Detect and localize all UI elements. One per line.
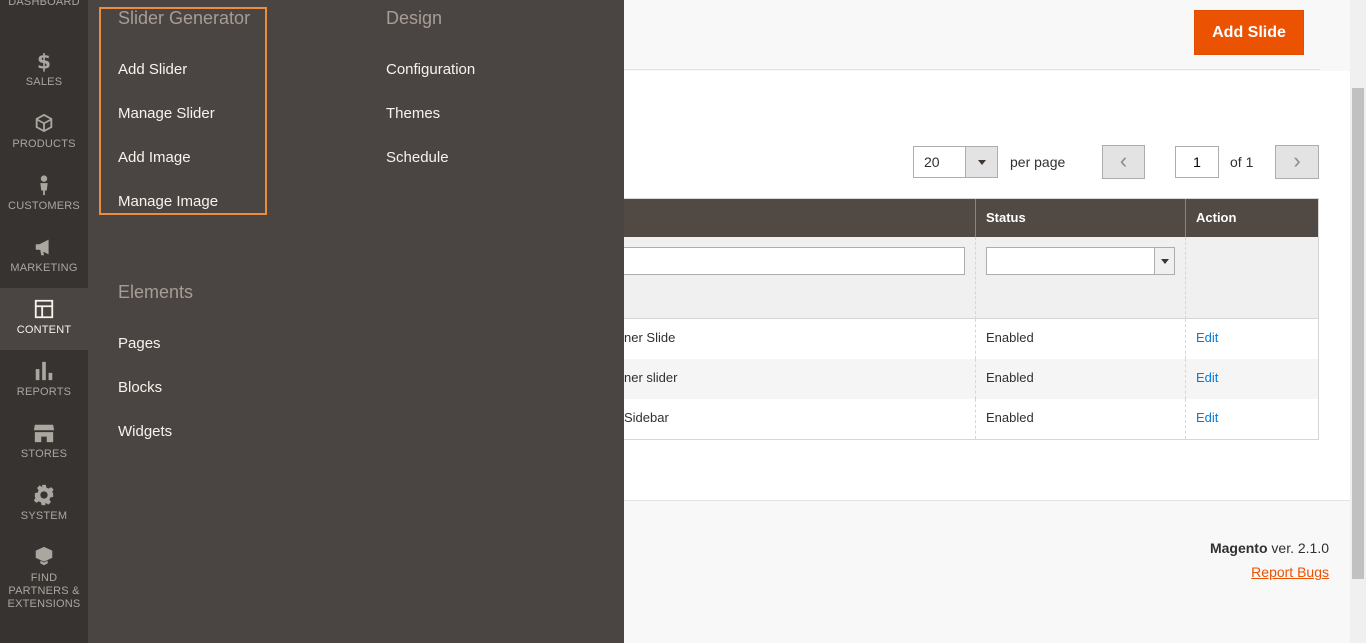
column-divider <box>975 399 976 439</box>
add-slide-button[interactable]: Add Slide <box>1194 10 1304 55</box>
megaphone-icon <box>32 236 56 260</box>
nav-label-customers: CUSTOMERS <box>8 200 80 212</box>
nav-label-products: PRODUCTS <box>12 138 76 150</box>
version-info: Magento ver. 2.1.0 <box>1210 540 1329 556</box>
nav-label-content: CONTENT <box>16 324 72 336</box>
nav-label-dashboard: DASHBOARD <box>8 0 80 8</box>
boxes-icon <box>32 546 56 570</box>
column-divider <box>1185 237 1186 319</box>
nav-item-content[interactable]: CONTENT <box>0 288 88 350</box>
slides-grid: Status Action ner Slide Enabled Edit ner… <box>624 198 1319 440</box>
table-row[interactable]: Sidebar Enabled Edit <box>624 399 1318 439</box>
per-page-label: per page <box>1010 154 1066 170</box>
menu-link-widgets[interactable]: Widgets <box>118 423 172 440</box>
menu-link-add-slider[interactable]: Add Slider <box>118 61 187 78</box>
column-divider <box>1185 319 1186 359</box>
main-content: Add Slide 20 per page ‹ of 1 › Status Ac… <box>624 0 1350 643</box>
current-page-input[interactable] <box>1175 146 1219 178</box>
per-page-value: 20 <box>924 154 940 170</box>
total-pages-label: of 1 <box>1230 154 1254 170</box>
chevron-down-icon[interactable] <box>1154 248 1174 274</box>
menu-link-add-image[interactable]: Add Image <box>118 149 191 166</box>
cell-status: Enabled <box>986 370 1034 385</box>
menu-link-manage-image[interactable]: Manage Image <box>118 193 218 210</box>
column-divider <box>1185 399 1186 439</box>
page-scrollbar[interactable] <box>1350 0 1366 643</box>
version-number: ver. 2.1.0 <box>1271 540 1329 556</box>
scrollbar-thumb[interactable] <box>1352 88 1364 579</box>
nav-item-dashboard[interactable]: DASHBOARD <box>0 0 88 26</box>
menu-link-themes[interactable]: Themes <box>386 105 440 122</box>
nav-item-find-partners[interactable]: FIND PARTNERS & EXTENSIONS <box>0 546 88 610</box>
person-icon <box>32 174 56 198</box>
edit-link[interactable]: Edit <box>1196 330 1218 345</box>
cell-title: ner slider <box>624 370 678 385</box>
column-header-action: Action <box>1196 210 1237 225</box>
page-actions-bar: Add Slide <box>624 0 1320 70</box>
content-flyout-menu: Slider Generator Add Slider Manage Slide… <box>88 0 624 643</box>
filter-row <box>624 237 1318 319</box>
edit-link[interactable]: Edit <box>1196 410 1218 425</box>
previous-page-button[interactable]: ‹ <box>1102 145 1145 179</box>
header-divider <box>975 199 976 237</box>
admin-sidebar: DASHBOARD $ SALES PRODUCTS CUSTOMERS MAR… <box>0 0 88 643</box>
column-divider <box>1185 359 1186 399</box>
menu-link-manage-slider[interactable]: Manage Slider <box>118 105 215 122</box>
table-row[interactable]: ner slider Enabled Edit <box>624 359 1318 399</box>
nav-item-stores[interactable]: STORES <box>0 422 88 484</box>
column-header-status[interactable]: Status <box>986 210 1026 225</box>
per-page-select[interactable]: 20 <box>913 146 998 178</box>
report-bugs-link[interactable]: Report Bugs <box>1251 564 1329 580</box>
chevron-down-icon[interactable] <box>965 147 997 177</box>
menu-link-pages[interactable]: Pages <box>118 335 161 352</box>
edit-link[interactable]: Edit <box>1196 370 1218 385</box>
nav-label-reports: REPORTS <box>16 386 72 398</box>
page-footer: Magento ver. 2.1.0 Report Bugs <box>624 500 1350 643</box>
svg-text:$: $ <box>37 50 51 72</box>
menu-link-configuration[interactable]: Configuration <box>386 61 475 78</box>
nav-item-reports[interactable]: REPORTS <box>0 360 88 422</box>
column-divider <box>975 237 976 319</box>
grid-header: Status Action <box>624 199 1318 237</box>
layout-icon <box>32 298 56 322</box>
column-divider <box>975 319 976 359</box>
menu-link-schedule[interactable]: Schedule <box>386 149 449 166</box>
design-title: Design <box>386 8 443 28</box>
menu-link-blocks[interactable]: Blocks <box>118 379 162 396</box>
slider-generator-title: Slider Generator <box>118 8 251 28</box>
next-page-button[interactable]: › <box>1275 145 1319 179</box>
nav-item-customers[interactable]: CUSTOMERS <box>0 174 88 236</box>
nav-label-system: SYSTEM <box>20 510 68 522</box>
title-filter-input[interactable] <box>624 247 965 275</box>
status-filter-select[interactable] <box>986 247 1175 275</box>
nav-label-marketing: MARKETING <box>10 262 78 274</box>
nav-label-find-partners: FIND PARTNERS & EXTENSIONS <box>7 572 81 610</box>
nav-label-sales: SALES <box>25 76 63 88</box>
cell-title: Sidebar <box>624 410 669 425</box>
cell-title: ner Slide <box>624 330 676 345</box>
elements-title: Elements <box>118 282 194 302</box>
header-divider <box>1185 199 1186 237</box>
dollar-icon: $ <box>32 49 56 74</box>
nav-label-stores: STORES <box>20 448 68 460</box>
bar-chart-icon <box>32 360 56 384</box>
cell-status: Enabled <box>986 330 1034 345</box>
storefront-icon <box>32 422 56 446</box>
cube-icon <box>32 112 56 136</box>
column-divider <box>975 359 976 399</box>
brand-name: Magento <box>1209 540 1268 556</box>
nav-item-sales[interactable]: $ SALES <box>0 49 88 112</box>
nav-item-products[interactable]: PRODUCTS <box>0 112 88 174</box>
gear-icon <box>32 484 56 508</box>
cell-status: Enabled <box>986 410 1034 425</box>
nav-item-system[interactable]: SYSTEM <box>0 484 88 546</box>
table-row[interactable]: ner Slide Enabled Edit <box>624 319 1318 359</box>
